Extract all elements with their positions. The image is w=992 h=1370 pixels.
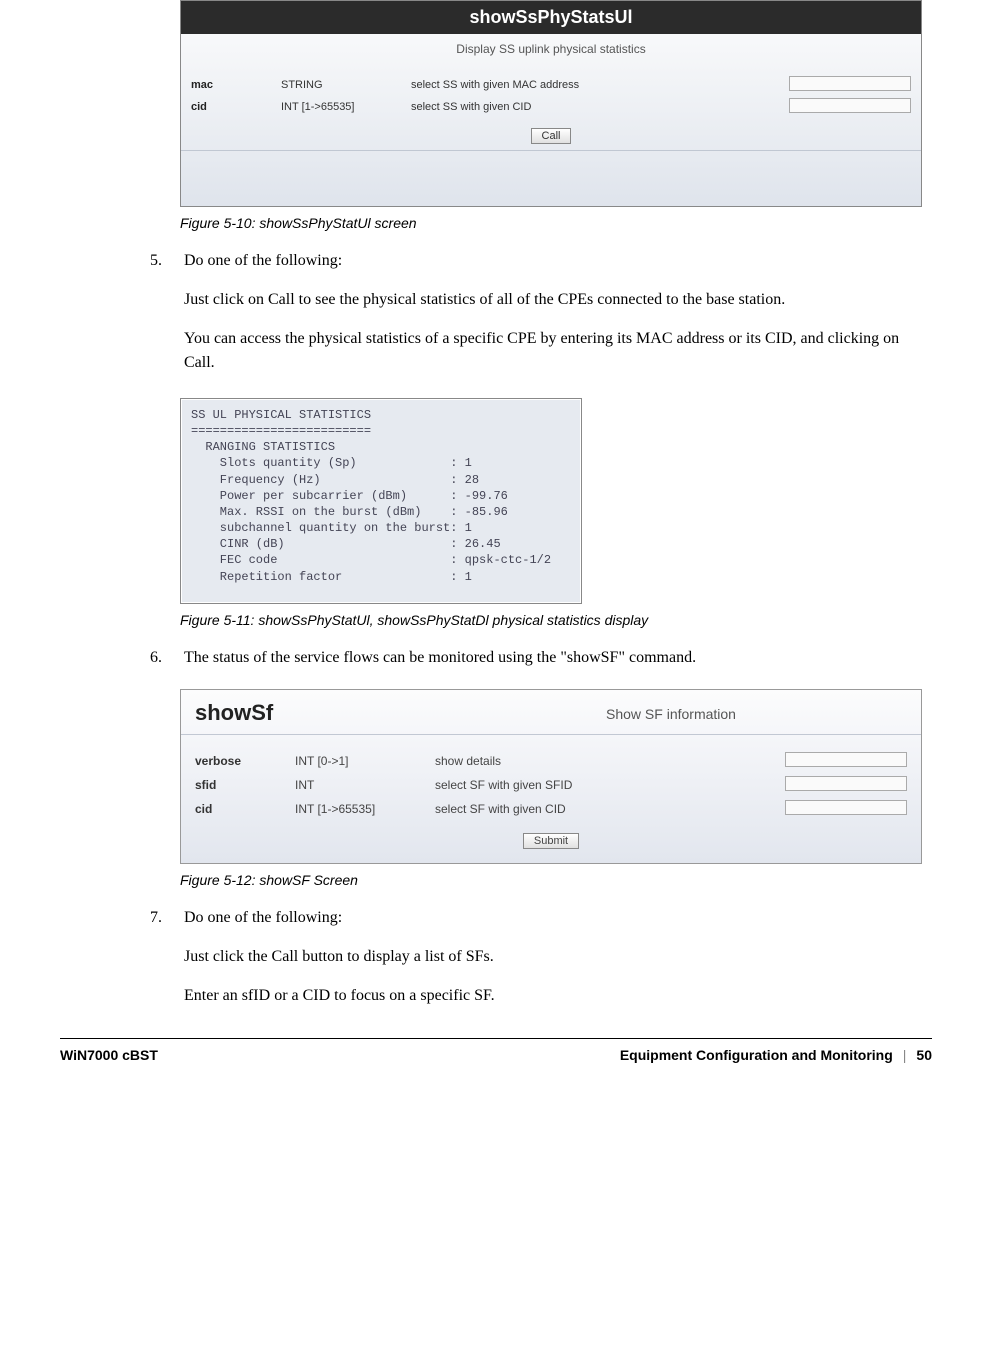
param-name: sfid: [195, 778, 295, 792]
paragraph: Enter an sfID or a CID to focus on a spe…: [184, 984, 932, 1007]
figure-5-11: SS UL PHYSICAL STATISTICS ==============…: [180, 398, 932, 604]
verbose-input[interactable]: [785, 752, 907, 767]
figure-5-11-caption: Figure 5-11: showSsPhyStatUl, showSsPhyS…: [180, 612, 932, 628]
figure-5-12: showSf Show SF information verbose INT […: [180, 689, 932, 864]
param-type: INT [1->65535]: [295, 802, 435, 816]
list-text: Do one of the following:: [184, 249, 932, 272]
stats-output: SS UL PHYSICAL STATISTICS ==============…: [180, 398, 582, 604]
stats-line: Max. RSSI on the burst (dBm) : -85.96: [191, 504, 571, 520]
panel-desc: Show SF information: [435, 700, 907, 726]
cid-input[interactable]: [789, 98, 911, 113]
paragraph: Just click on Call to see the physical s…: [184, 288, 932, 311]
call-button[interactable]: Call: [531, 128, 572, 144]
stats-line: Frequency (Hz) : 28: [191, 472, 571, 488]
paragraph: Just click the Call button to display a …: [184, 945, 932, 968]
list-item-6: 6. The status of the service flows can b…: [150, 646, 932, 669]
cid-input[interactable]: [785, 800, 907, 815]
footer-page: 50: [916, 1047, 932, 1063]
list-number: 6.: [150, 646, 184, 669]
panel-title: showSf: [195, 700, 435, 726]
param-type: STRING: [281, 79, 411, 91]
stats-separator: =========================: [191, 423, 571, 439]
stats-line: Repetition factor : 1: [191, 569, 571, 585]
stats-heading: RANGING STATISTICS: [191, 439, 571, 455]
param-type: INT: [295, 778, 435, 792]
param-type: INT [0->1]: [295, 754, 435, 768]
stats-line: Slots quantity (Sp) : 1: [191, 455, 571, 471]
param-row-sfid: sfid INT select SF with given SFID: [181, 773, 921, 797]
figure-5-10-caption: Figure 5-10: showSsPhyStatUl screen: [180, 215, 932, 231]
param-row-cid: cid INT [1->65535] select SF with given …: [181, 797, 921, 821]
mac-input[interactable]: [789, 76, 911, 91]
panel-subtitle: Display SS uplink physical statistics: [181, 34, 921, 74]
figure-5-10: showSsPhyStatsUl Display SS uplink physi…: [180, 0, 932, 207]
paragraph: You can access the physical statistics o…: [184, 327, 932, 373]
param-desc: select SS with given MAC address: [411, 79, 771, 91]
param-desc: select SF with given SFID: [435, 778, 757, 792]
footer-section: Equipment Configuration and Monitoring: [620, 1047, 893, 1063]
footer-left: WiN7000 cBST: [60, 1047, 158, 1063]
param-row-verbose: verbose INT [0->1] show details: [181, 749, 921, 773]
list-text: Do one of the following:: [184, 906, 932, 929]
param-row-cid: cid INT [1->65535] select SS with given …: [181, 96, 921, 118]
showsf-panel: showSf Show SF information verbose INT […: [180, 689, 922, 864]
param-name: mac: [191, 79, 281, 91]
sfid-input[interactable]: [785, 776, 907, 791]
list-text: The status of the service flows can be m…: [184, 646, 932, 669]
stats-line: subchannel quantity on the burst: 1: [191, 520, 571, 536]
stats-line: CINR (dB) : 26.45: [191, 536, 571, 552]
stats-line: Power per subcarrier (dBm) : -99.76: [191, 488, 571, 504]
param-desc: show details: [435, 754, 757, 768]
page-footer: WiN7000 cBST Equipment Configuration and…: [60, 1038, 932, 1063]
list-item-7: 7. Do one of the following:: [150, 906, 932, 929]
panel-title: showSsPhyStatsUl: [181, 1, 921, 34]
panel-empty-area: [181, 150, 921, 206]
list-number: 5.: [150, 249, 184, 272]
param-type: INT [1->65535]: [281, 101, 411, 113]
submit-button[interactable]: Submit: [523, 833, 579, 849]
param-name: cid: [191, 101, 281, 113]
footer-sep: |: [903, 1047, 907, 1063]
param-name: verbose: [195, 754, 295, 768]
stats-title: SS UL PHYSICAL STATISTICS: [191, 407, 571, 423]
param-row-mac: mac STRING select SS with given MAC addr…: [181, 74, 921, 96]
caption-text: Figure 5-10: showSsPhyStatUl: [180, 215, 375, 231]
param-desc: select SF with given CID: [435, 802, 757, 816]
list-item-5: 5. Do one of the following:: [150, 249, 932, 272]
list-number: 7.: [150, 906, 184, 929]
showssphystatsul-panel: showSsPhyStatsUl Display SS uplink physi…: [180, 0, 922, 207]
param-desc: select SS with given CID: [411, 101, 771, 113]
param-name: cid: [195, 802, 295, 816]
figure-5-12-caption: Figure 5-12: showSF Screen: [180, 872, 932, 888]
caption-text-suffix: screen: [375, 215, 417, 231]
stats-line: FEC code : qpsk-ctc-1/2: [191, 552, 571, 568]
